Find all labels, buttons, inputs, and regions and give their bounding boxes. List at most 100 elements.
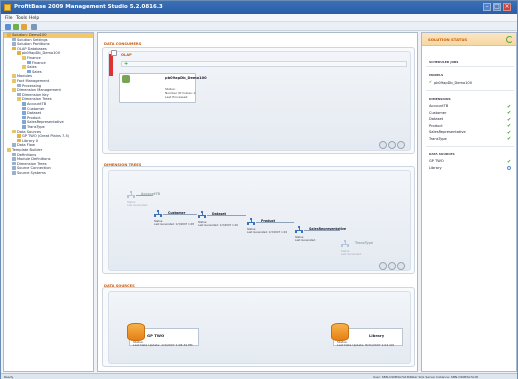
dimension-last-generated: Last Generated: — [295, 239, 316, 242]
pending-icon — [507, 166, 511, 170]
main-canvas: DATA CONSUMERS OLAP + pb09apDb_Demo100 S… — [97, 32, 418, 372]
tree-item-label: Library 0 — [22, 138, 38, 143]
menu-tools[interactable]: Tools — [16, 16, 27, 21]
divider — [426, 66, 514, 67]
hierarchy-icon — [127, 191, 135, 199]
add-icon[interactable]: + — [124, 62, 128, 67]
status-dimension-item[interactable]: AccountTB — [429, 104, 448, 108]
cube-icon — [122, 75, 130, 83]
source-name: Library — [369, 333, 385, 338]
app-window: ProfitBase 2009 Management Studio 5.2.08… — [0, 0, 518, 379]
status-dimension-item[interactable]: Dataset — [429, 117, 443, 121]
dimension-last-generated: Last Generated: — [341, 253, 362, 256]
model-item[interactable]: pb09apDb_Demo100 — [434, 81, 472, 85]
toolbar — [1, 22, 517, 31]
back-icon[interactable] — [5, 23, 11, 30]
tree-item-label: Module Definitions — [17, 157, 51, 162]
connector-line — [163, 214, 197, 215]
zoom-out-icon[interactable] — [379, 141, 387, 149]
status-source-item[interactable]: GP TWO — [429, 159, 444, 163]
tree-item-label: Dimension Trees — [17, 161, 47, 166]
zoom-in-icon[interactable] — [397, 141, 405, 149]
dimension-last-generated: Last Generated: 1/3/2007 1:26 — [247, 231, 287, 234]
status-dimension-item[interactable]: TransType — [429, 137, 447, 141]
close-button[interactable]: × — [503, 3, 511, 11]
status-bar: Ready User: SBN-C90B3A7A18\Peter SQL Ser… — [1, 373, 517, 379]
status-dimension-item[interactable]: Product — [429, 124, 443, 128]
menu-help[interactable]: Help — [29, 16, 39, 21]
folder-icon — [12, 129, 16, 134]
tree-item-label: GP TWO (Great Plains 7.5) — [22, 134, 70, 139]
folder-icon — [17, 97, 21, 101]
maximize-button[interactable]: □ — [493, 3, 501, 11]
folder-icon — [7, 148, 11, 152]
collapse-icon[interactable] — [111, 50, 117, 56]
data-sources-panel: GP TWO Status: Last Data Update: 1/3/200… — [102, 287, 415, 367]
hierarchy-icon — [295, 226, 303, 234]
check-icon: ✔ — [507, 129, 512, 136]
data-sources-area: GP TWO Status: Last Data Update: 1/3/200… — [108, 291, 411, 364]
check-icon: ✔ — [507, 123, 512, 129]
hierarchy-icon — [198, 211, 206, 219]
solution-status-panel: SOLUTION STATUS SCHEDULED JOBS MODELS pb… — [421, 32, 517, 372]
folder-icon — [22, 56, 26, 60]
olap-toolbar: + — [121, 61, 407, 67]
tree-item-label: Sales — [27, 65, 37, 70]
zoom-fit-icon[interactable] — [388, 141, 396, 149]
zoom-fit-icon[interactable] — [388, 262, 396, 270]
menu-file[interactable]: File — [5, 16, 13, 21]
olap-side-tag — [109, 54, 113, 76]
status-dimension-item[interactable]: Customer — [429, 111, 446, 115]
dimension-name[interactable]: TransType — [355, 241, 373, 245]
dim-icon — [22, 106, 26, 111]
minimize-button[interactable]: – — [483, 3, 491, 11]
maximize-icon: □ — [494, 3, 500, 10]
divider — [426, 90, 514, 91]
source-card-library[interactable]: Library Status: Last Data Update: 8/31/2… — [331, 323, 403, 347]
source-updated: Last Data Update: 8/31/2007 1:04 AM — [337, 343, 394, 347]
connector-line — [136, 195, 153, 196]
db-icon — [7, 33, 11, 37]
tree-item-label: pb09apDb_Demo100 — [22, 51, 61, 56]
tree-item-label: Fact Management — [17, 79, 50, 83]
hierarchy-icon — [247, 218, 255, 226]
dimension-trees-area: AccountTB Status: Last Generated: Customer S… — [108, 170, 411, 271]
tree-item-label: Data Flow — [17, 143, 35, 148]
refresh-icon[interactable] — [506, 36, 513, 43]
check-icon: ✔ — [507, 136, 512, 142]
zoom-out-icon[interactable] — [379, 262, 387, 270]
folder-icon — [12, 88, 16, 92]
check-icon: ✔ — [507, 110, 512, 116]
source-card-gp-two[interactable]: GP TWO Status: Last Data Update: 1/3/200… — [127, 323, 199, 347]
open-icon[interactable] — [21, 23, 27, 30]
close-icon: × — [504, 3, 510, 10]
tree-item-label: Sales — [32, 69, 42, 74]
doc-icon — [12, 157, 16, 161]
status-dimension-item[interactable]: SalesRepresentative — [429, 130, 466, 134]
dim-icon — [22, 102, 26, 106]
dim-zoom-controls[interactable] — [379, 262, 407, 270]
doc-icon — [17, 83, 21, 88]
tree-item-label: Modules — [17, 74, 32, 79]
zoom-in-icon[interactable] — [397, 262, 405, 270]
window-title: ProfitBase 2009 Management Studio 5.2.08… — [14, 4, 163, 10]
refresh-icon[interactable] — [13, 23, 19, 30]
status-source-item[interactable]: Library — [429, 166, 442, 170]
tree-item[interactable]: Source Systems — [12, 171, 46, 176]
db-icon — [17, 134, 21, 138]
olap-panel: OLAP + pb09apDb_Demo100 Status: Number O… — [102, 47, 415, 154]
title-bar: ProfitBase 2009 Management Studio 5.2.08… — [1, 1, 517, 14]
settings-icon[interactable] — [31, 23, 37, 30]
dim-icon — [27, 69, 31, 74]
tree-item-label: Data Sources — [17, 129, 41, 134]
dim-icon — [22, 111, 26, 115]
tree-item-label: TransType — [27, 125, 45, 129]
folder-icon — [22, 65, 26, 69]
tree-item-label: Template Builder — [12, 148, 43, 152]
solution-tree[interactable]: Solution: Demo100 Solution Settings Soluti… — [3, 32, 94, 372]
doc-icon — [12, 166, 16, 170]
models-label: MODELS — [429, 73, 444, 77]
olap-cube-card[interactable]: pb09apDb_Demo100 Status: Number Of Cubes… — [119, 73, 207, 103]
folder-icon — [12, 74, 16, 78]
olap-zoom-controls[interactable] — [379, 141, 407, 149]
